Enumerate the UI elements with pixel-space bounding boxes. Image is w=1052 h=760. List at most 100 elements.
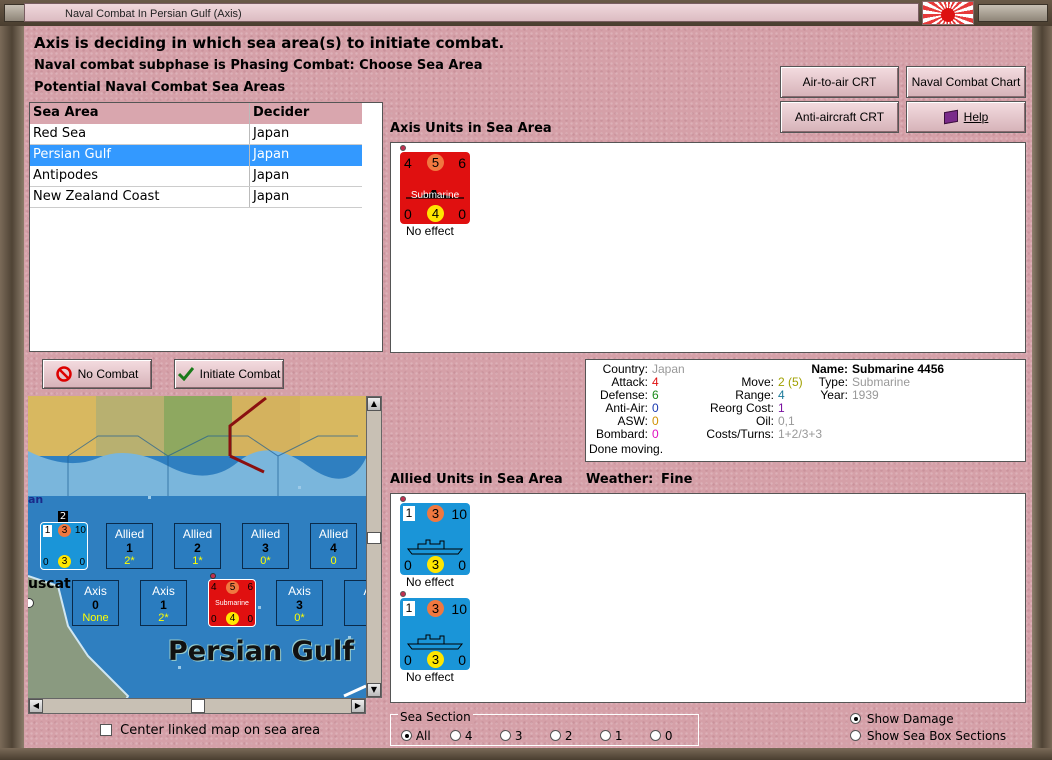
axis-submarine-counter[interactable]: 4 5 6 Submarine 0 4 0 [400,152,470,224]
table-row-selected[interactable]: Persian Gulf Japan [30,145,362,166]
sea-section-option-all[interactable]: All [401,729,431,743]
sea-area-cell: New Zealand Coast [30,187,250,207]
table-row[interactable]: Antipodes Japan [30,166,362,187]
asw-value: 0 [458,652,466,668]
horizontal-scroll-thumb[interactable] [191,699,205,713]
map-allied-stack[interactable]: 1 3 10 0 3 0 [40,522,88,570]
defense-value: 3 [427,505,444,522]
box-label: Allied [114,527,145,541]
box-label: Allied [318,527,349,541]
sea-section-option-0[interactable]: 0 [650,729,672,743]
axis-sea-box[interactable]: A [344,580,366,626]
radio-icon[interactable] [500,730,511,741]
column-header-decider[interactable]: Decider [250,103,362,124]
radio-icon[interactable] [850,730,861,741]
map-vertical-scrollbar[interactable]: ▲ ▼ [366,396,382,698]
box-count: None [82,612,109,624]
sea-section-option-3[interactable]: 3 [500,729,522,743]
radio-icon[interactable] [450,730,461,741]
sea-area-cell: Persian Gulf [30,145,250,166]
decider-cell: Japan [253,168,290,183]
radio-icon[interactable] [850,713,861,724]
japan-flag-icon [922,1,974,25]
sea-area-cell: Antipodes [30,166,250,186]
allied-sea-box[interactable]: Allied 1 2* [106,523,153,569]
unit-name: Submarine 4456 [852,362,945,376]
allied-sea-box[interactable]: Allied 4 0 [310,523,357,569]
axis-sea-box[interactable]: Axis 3 0* [276,580,323,626]
allied-ship-counter[interactable]: 1 3 10 0 3 0 [400,598,470,670]
map-horizontal-scrollbar[interactable]: ◀ ▶ [28,698,366,714]
sea-section-option-1[interactable]: 1 [600,729,622,743]
option-label: 3 [514,729,523,743]
box-label: A [345,584,366,598]
table-row[interactable]: Red Sea Japan [30,124,362,145]
move-value: 10 [451,601,467,617]
book-icon [943,109,958,125]
radio-icon[interactable] [550,730,561,741]
map-edge-label: an [28,493,44,506]
country-label: Country: [602,362,648,376]
range-value: 4 [226,612,239,625]
stack-count-badge: 2 [58,511,68,522]
axis-sea-box[interactable]: Axis 1 2* [140,580,187,626]
center-map-checkbox[interactable] [100,724,112,736]
box-count: 0 [330,555,337,567]
scroll-left-icon[interactable]: ◀ [29,699,43,713]
bombard-label: Bombard: [595,427,648,441]
window-close-button[interactable] [978,4,1048,22]
axis-sea-box[interactable]: Axis 0 None [72,580,119,626]
scroll-right-icon[interactable]: ▶ [351,699,365,713]
allied-sea-box[interactable]: Allied 3 0* [242,523,289,569]
allied-unit-note: No effect [406,670,454,684]
sea-section-group: Sea Section All 4 3 2 1 0 [390,710,699,746]
table-row[interactable]: New Zealand Coast Japan [30,187,362,208]
country-value: Japan [652,362,685,376]
box-number: 3 [262,541,269,555]
radio-icon[interactable] [401,730,412,741]
antiair-value: 0 [43,557,49,568]
defense-value: 3 [427,600,444,617]
help-button[interactable]: Help [906,101,1026,133]
box-label: Axis [152,584,175,598]
center-map-option[interactable]: Center linked map on sea area [100,723,320,738]
move-value: 6 [247,582,253,593]
list-title: Potential Naval Combat Sea Areas [34,80,286,95]
warship-silhouette-icon [406,539,464,555]
scroll-up-icon[interactable]: ▲ [367,397,381,411]
air-to-air-crt-button[interactable]: Air-to-air CRT [780,66,899,98]
allied-unit-note: No effect [406,575,454,589]
scroll-down-icon[interactable]: ▼ [367,683,381,697]
show-damage-option[interactable]: Show Damage [850,712,954,726]
sea-area-map[interactable]: an uscat 2 1 3 10 0 3 0 Allied 1 2* Alli… [28,396,366,714]
vertical-scroll-thumb[interactable] [367,532,381,544]
allied-sea-box[interactable]: Allied 2 1* [174,523,221,569]
window-title: Naval Combat In Persian Gulf (Axis) [65,8,242,20]
allied-units-title: Allied Units in Sea Area [390,472,563,487]
box-count: 0* [294,612,305,624]
column-header-sea-area[interactable]: Sea Area [30,103,250,124]
pin-icon [400,496,406,502]
show-sea-box-option[interactable]: Show Sea Box Sections [850,729,1006,743]
sea-section-option-2[interactable]: 2 [550,729,572,743]
sea-section-option-4[interactable]: 4 [450,729,472,743]
pin-icon [400,145,406,151]
costs-label: Costs/Turns: [706,427,774,441]
option-label: 4 [464,729,473,743]
radio-icon[interactable] [600,730,611,741]
anti-aircraft-crt-button[interactable]: Anti-aircraft CRT [780,101,899,133]
allied-ship-counter[interactable]: 1 3 10 0 3 0 [400,503,470,575]
move-value: 10 [74,525,86,536]
title-bar[interactable]: Naval Combat In Persian Gulf (Axis) [24,3,919,22]
range-value: 4 [427,205,444,222]
initiate-combat-button[interactable]: Initiate Combat [174,359,284,389]
no-combat-button[interactable]: No Combat [42,359,152,389]
antiair-value: 0 [652,401,659,415]
radio-icon[interactable] [650,730,661,741]
map-axis-submarine[interactable]: 4 5 6 Submarine 0 4 0 [208,579,256,627]
naval-combat-chart-button[interactable]: Naval Combat Chart [906,66,1026,98]
defense-label: Defense: [599,388,648,402]
box-number: 3 [296,598,303,612]
city-label: uscat [28,576,71,592]
show-damage-label: Show Damage [866,712,954,726]
